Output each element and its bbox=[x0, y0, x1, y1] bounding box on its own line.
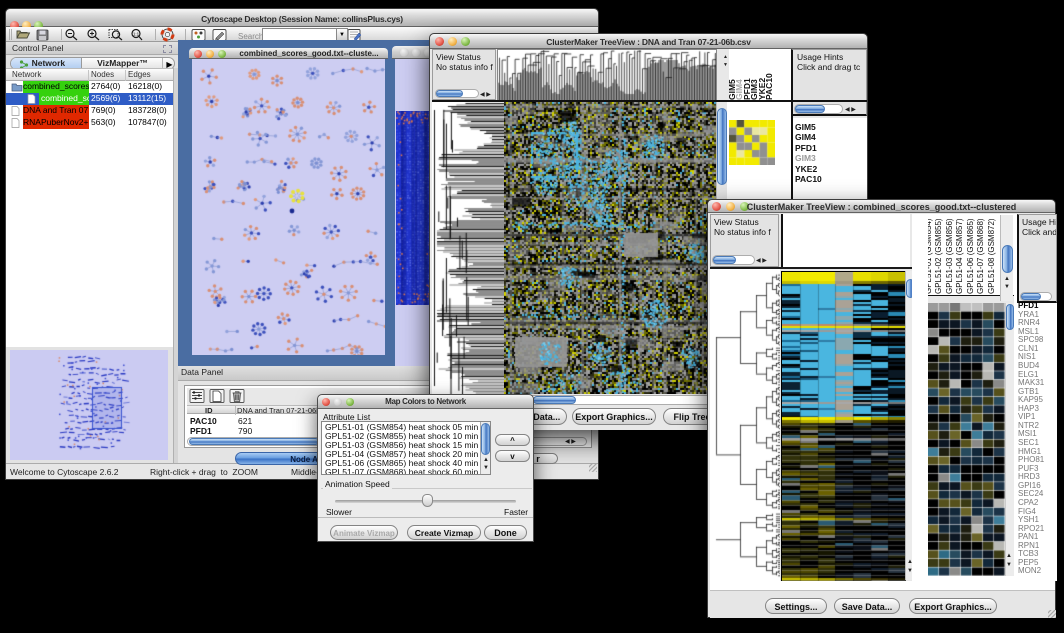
svg-text:1:1: 1:1 bbox=[133, 31, 140, 36]
